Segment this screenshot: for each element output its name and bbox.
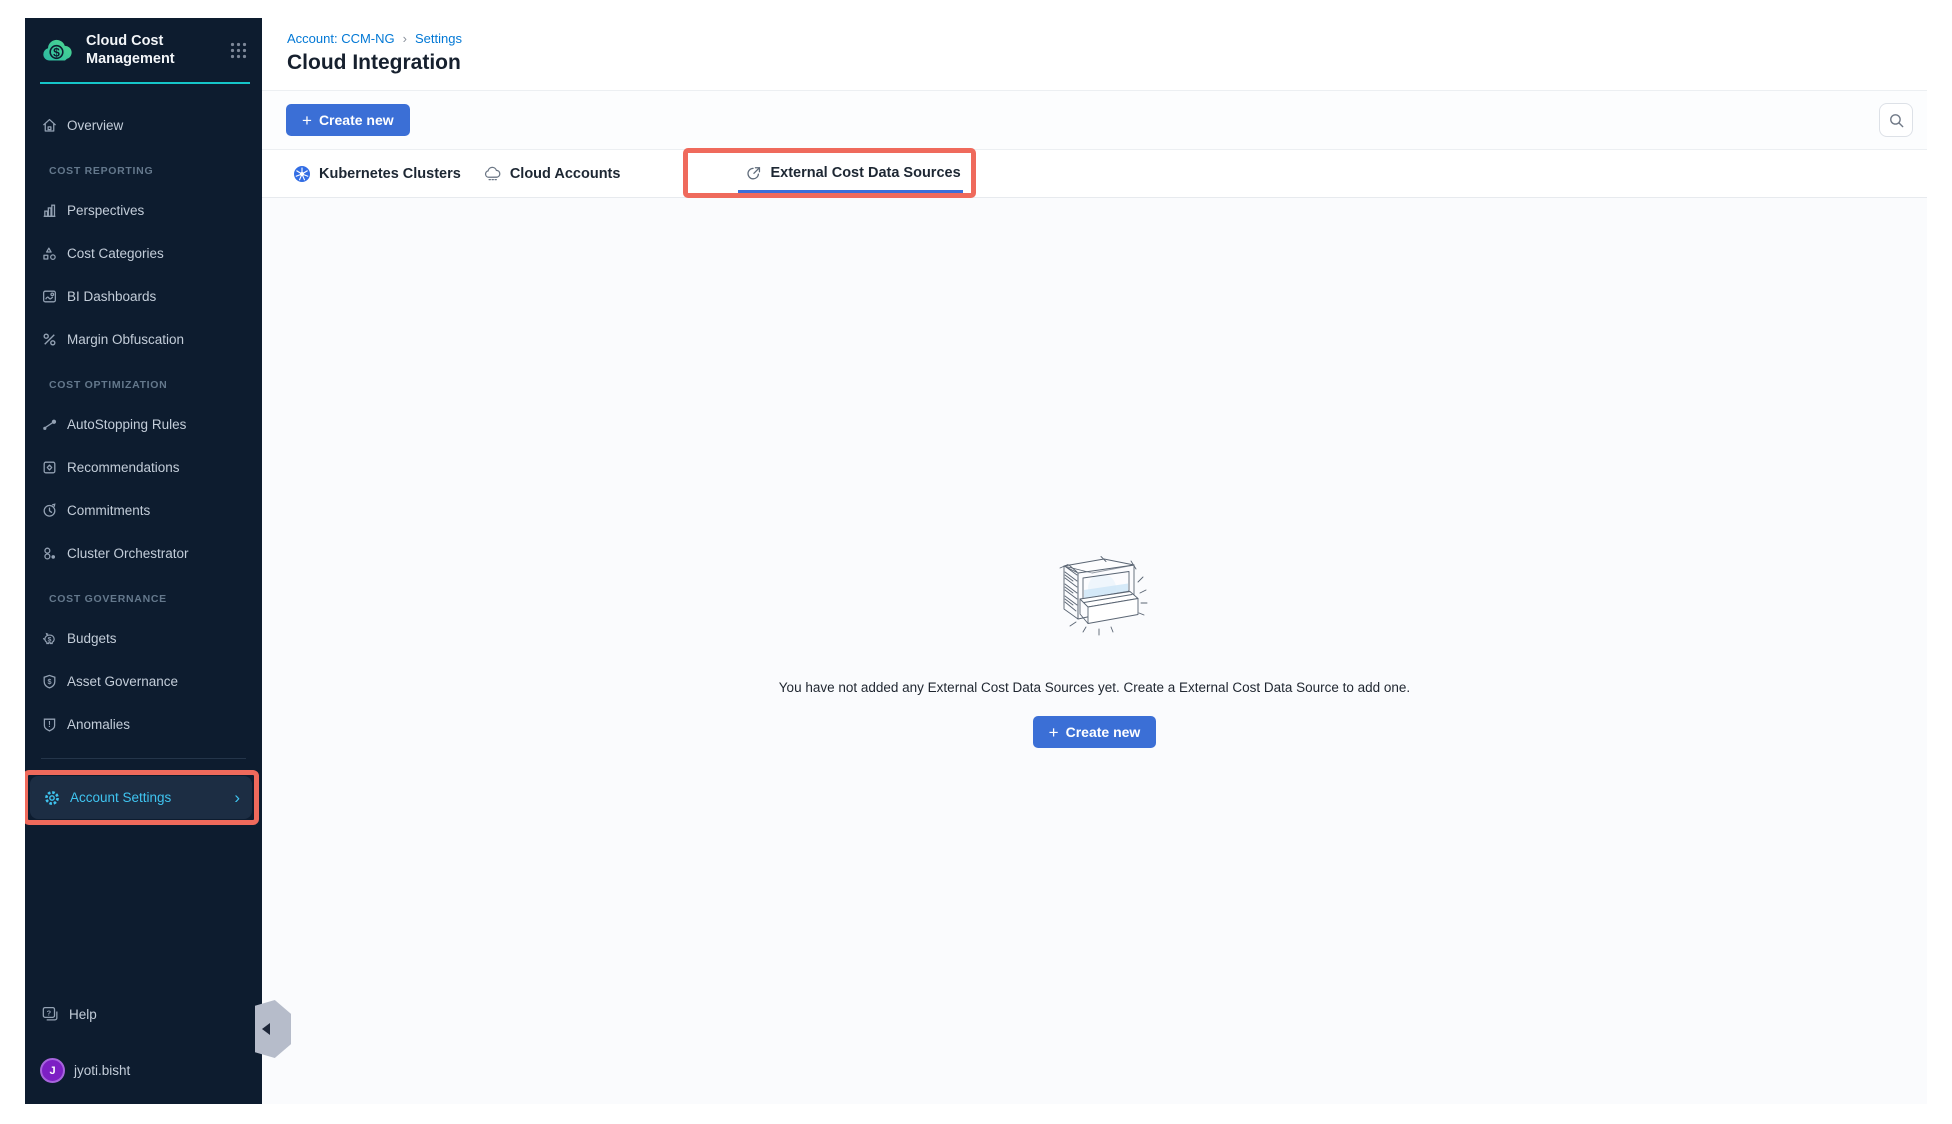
bar-chart-icon [40,202,58,220]
user-menu[interactable]: J jyoti.bisht [40,1058,130,1083]
piggy-bank-icon: $ [40,630,58,648]
sidebar-item-label: Commitments [67,503,150,518]
svg-text:$: $ [47,677,51,686]
sidebar: $ Cloud Cost Management Overview COST R [25,18,262,1104]
tab-label: Kubernetes Clusters [319,166,461,182]
sidebar-item-label: Perspectives [67,203,144,218]
gear-icon [43,789,61,807]
empty-create-new-button[interactable]: + Create new [1033,716,1157,748]
sidebar-item-label: Account Settings [70,790,171,805]
tab-kubernetes-clusters[interactable]: Kubernetes Clusters [293,150,461,197]
svg-text:!: ! [48,720,51,729]
search-button[interactable] [1879,103,1913,137]
svg-text:?: ? [46,1008,51,1017]
help-label: Help [69,1007,97,1022]
sidebar-item-budgets[interactable]: $ Budgets [25,617,262,660]
sidebar-item-perspectives[interactable]: Perspectives [25,189,262,232]
cluster-icon [40,545,58,563]
avatar: J [40,1058,65,1083]
tab-label: External Cost Data Sources [770,165,960,181]
user-name: jyoti.bisht [74,1063,130,1078]
tab-external-cost-data-sources[interactable]: External Cost Data Sources [745,165,960,182]
page-header: Account: CCM-NG › Settings Cloud Integra… [262,18,1927,91]
nav-section-cost-governance: COST GOVERNANCE [25,581,262,617]
annotation-box-external-cost-tab: External Cost Data Sources [683,148,975,198]
tab-bar: Kubernetes Clusters Cloud Accounts Exter… [262,150,1927,198]
dashboard-image-icon [40,288,58,306]
clock-icon [40,502,58,520]
cloud-icon [483,164,502,183]
sidebar-item-label: Budgets [67,631,117,646]
kubernetes-icon [293,165,311,183]
sidebar-item-label: BI Dashboards [67,289,156,304]
recommendation-icon [40,459,58,477]
sidebar-item-margin-obfuscation[interactable]: Margin Obfuscation [25,318,262,361]
breadcrumb-account-link[interactable]: Account: CCM-NG [287,31,395,46]
sidebar-item-overview[interactable]: Overview [25,104,262,147]
shield-alert-icon: ! [40,716,58,734]
sidebar-item-label: Cost Categories [67,246,164,261]
sidebar-item-label: Asset Governance [67,674,178,689]
breadcrumb: Account: CCM-NG › Settings [287,31,1927,46]
annotation-box-account-settings: Account Settings › [25,770,259,825]
search-icon [1888,112,1905,129]
tab-cloud-accounts[interactable]: Cloud Accounts [483,150,621,197]
sidebar-item-label: Recommendations [67,460,180,475]
sidebar-item-commitments[interactable]: Commitments [25,489,262,532]
active-tab-underline [738,190,962,193]
brand-title: Cloud Cost Management [86,32,198,68]
plus-icon: + [1049,724,1059,741]
toolbar: + Create new [262,91,1927,150]
sidebar-item-help[interactable]: ? Help [40,1004,97,1024]
sidebar-item-recommendations[interactable]: Recommendations [25,446,262,489]
sidebar-item-bi-dashboards[interactable]: BI Dashboards [25,275,262,318]
collapse-arrow-icon [262,1023,270,1035]
sidebar-item-label: Margin Obfuscation [67,332,184,347]
sidebar-item-asset-governance[interactable]: $ Asset Governance [25,660,262,703]
module-grid-icon[interactable] [229,41,248,60]
tab-label: Cloud Accounts [510,166,621,182]
external-link-icon [745,165,762,182]
breadcrumb-separator-icon: › [403,31,407,46]
cloud-cost-management-logo-icon: $ [40,36,76,64]
autostopping-icon [40,416,58,434]
breadcrumb-settings-link[interactable]: Settings [415,31,462,46]
plus-icon: + [302,112,312,129]
empty-drawer-illustration [1042,550,1148,644]
shield-dollar-icon: $ [40,673,58,691]
sidebar-item-label: AutoStopping Rules [67,417,186,432]
svg-text:$: $ [53,45,60,59]
sidebar-item-cluster-orchestrator[interactable]: Cluster Orchestrator [25,532,262,575]
sidebar-item-autostopping-rules[interactable]: AutoStopping Rules [25,403,262,446]
nav-divider [41,758,246,759]
help-chat-icon: ? [40,1004,60,1024]
sidebar-item-account-settings[interactable]: Account Settings › [30,776,252,819]
nav-section-cost-optimization: COST OPTIMIZATION [25,367,262,403]
percent-icon [40,331,58,349]
main-content: Account: CCM-NG › Settings Cloud Integra… [262,18,1927,1104]
page-title: Cloud Integration [287,51,1927,75]
shapes-icon [40,245,58,263]
sidebar-nav: Overview COST REPORTING Perspectives Cos… [25,84,262,746]
create-new-label: Create new [1066,724,1141,740]
empty-state-message: You have not added any External Cost Dat… [779,680,1410,695]
app-frame: $ Cloud Cost Management Overview COST R [25,18,1927,1104]
svg-text:$: $ [47,637,51,644]
brand: $ Cloud Cost Management [25,18,262,78]
create-new-label: Create new [319,112,394,128]
sidebar-item-label: Cluster Orchestrator [67,546,189,561]
sidebar-item-anomalies[interactable]: ! Anomalies [25,703,262,746]
sidebar-item-cost-categories[interactable]: Cost Categories [25,232,262,275]
empty-state: You have not added any External Cost Dat… [262,198,1927,1104]
chevron-right-icon: › [234,789,240,806]
home-icon [40,117,58,135]
sidebar-item-label: Overview [67,118,123,133]
create-new-button[interactable]: + Create new [286,104,410,136]
nav-section-cost-reporting: COST REPORTING [25,153,262,189]
sidebar-item-label: Anomalies [67,717,130,732]
